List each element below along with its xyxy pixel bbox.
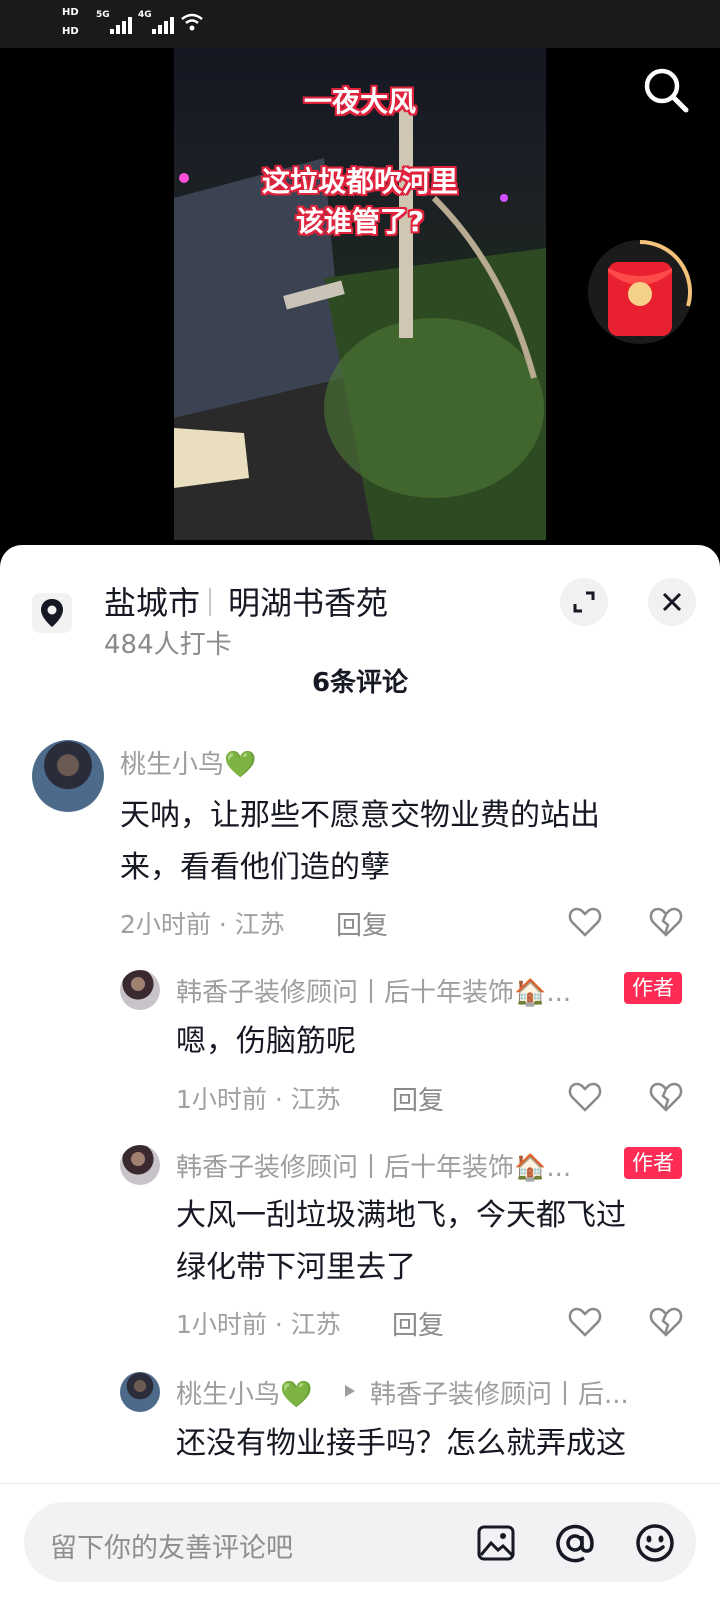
video-frame[interactable]: 一夜大风 这垃圾都吹河里 该谁管了? <box>174 48 546 540</box>
reply-text-line: 大风一刮垃圾满地飞，今天都飞过 <box>176 1198 626 1233</box>
reply-text-line: 绿化带下河里去了 <box>176 1250 416 1285</box>
reply-meta: 1小时前 · 江苏 <box>176 1310 341 1339</box>
comment-input-placeholder[interactable]: 留下你的友善评论吧 <box>50 1526 293 1565</box>
reply-arrow-icon <box>345 1385 355 1397</box>
comment-text-line: 来，看看他们造的孽 <box>120 850 390 885</box>
wifi-icon <box>181 13 203 31</box>
search-button[interactable] <box>640 64 692 116</box>
avatar[interactable] <box>120 970 160 1010</box>
author-badge: 作者 <box>624 972 682 1004</box>
reply-meta: 1小时前 · 江苏 <box>176 1085 341 1114</box>
avatar[interactable] <box>120 1372 160 1412</box>
overlay-caption-1: 一夜大风 <box>303 85 416 118</box>
reply-text-line: 嗯，伤脑筋呢 <box>176 1024 356 1059</box>
at-icon[interactable] <box>554 1522 596 1564</box>
expand-icon <box>573 591 595 613</box>
reply-to-username[interactable]: 韩香子装修顾问丨后... <box>370 1374 629 1411</box>
reply-username[interactable]: 桃生小鸟💚 <box>176 1374 312 1411</box>
dislike-broken-heart-icon[interactable] <box>648 1079 684 1115</box>
reply-button[interactable]: 回复 <box>336 905 388 942</box>
emoji-icon[interactable] <box>634 1522 676 1564</box>
like-heart-icon[interactable] <box>567 1079 603 1115</box>
location-city[interactable]: 盐城市 <box>104 578 200 624</box>
close-button[interactable] <box>648 578 696 626</box>
location-place[interactable]: 明湖书香苑 <box>228 578 388 624</box>
image-icon[interactable] <box>476 1524 516 1562</box>
red-packet-icon <box>588 240 692 344</box>
location-pin-icon <box>32 593 72 633</box>
comment-meta: 2小时前 · 江苏 <box>120 910 285 939</box>
video-scene-image <box>174 88 546 540</box>
like-heart-icon[interactable] <box>567 1304 603 1340</box>
expand-button[interactable] <box>560 578 608 626</box>
close-icon <box>662 592 682 612</box>
reply-button[interactable]: 回复 <box>392 1305 444 1342</box>
dislike-broken-heart-icon[interactable] <box>648 1304 684 1340</box>
reply-button[interactable]: 回复 <box>392 1080 444 1117</box>
reply-username[interactable]: 韩香子装修顾问丨后十年装饰🏠... <box>176 1147 571 1184</box>
hd-indicator-2: HD <box>62 26 79 37</box>
like-heart-icon[interactable] <box>567 904 603 940</box>
overlay-caption-3: 该谁管了? <box>295 205 425 238</box>
avatar[interactable] <box>32 740 104 812</box>
status-bar: HD HD 5G 4G <box>0 0 720 48</box>
comment-username[interactable]: 桃生小鸟💚 <box>120 744 256 781</box>
red-packet-button[interactable] <box>584 236 696 348</box>
hd-indicator-1: HD <box>62 7 79 18</box>
dislike-broken-heart-icon[interactable] <box>648 904 684 940</box>
overlay-caption-2: 这垃圾都吹河里 <box>261 165 458 198</box>
author-badge: 作者 <box>624 1147 682 1179</box>
network-type-2: 4G <box>138 10 152 20</box>
search-icon <box>644 68 689 113</box>
avatar[interactable] <box>120 1145 160 1185</box>
reply-username[interactable]: 韩香子装修顾问丨后十年装饰🏠... <box>176 972 571 1009</box>
reply-text-line: 还没有物业接手吗？怎么就弄成这 <box>176 1426 626 1461</box>
comment-count: 6条评论 <box>311 668 409 698</box>
location-divider <box>209 588 211 616</box>
network-type-1: 5G <box>96 10 110 20</box>
checkin-count: 484人打卡 <box>104 630 232 660</box>
comment-text-line: 天呐，让那些不愿意交物业费的站出 <box>120 798 600 833</box>
